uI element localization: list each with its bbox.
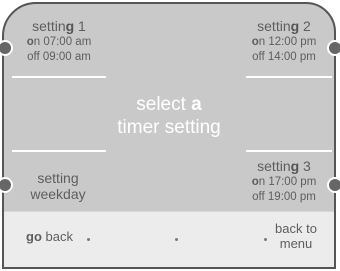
weekday-line-1: setting xyxy=(37,170,79,186)
back-to-menu-line-1: back to xyxy=(275,221,317,236)
setting-2-title: setting 2 xyxy=(257,18,311,34)
go-back-button[interactable]: go back xyxy=(26,229,73,245)
footer-bar: go back back to menu xyxy=(4,211,334,267)
setting-2-button[interactable]: setting 2 on 12:00 pm off 14:00 pm xyxy=(238,18,330,65)
select-timer-prompt: select a timer setting xyxy=(4,94,334,140)
setting-1-on-time: on 07:00 am xyxy=(26,36,92,49)
setting-3-on-time: on 17:00 pm xyxy=(251,176,317,189)
weekday-divider xyxy=(12,150,106,152)
setting-1-button[interactable]: setting 1 on 07:00 am off 09:00 am xyxy=(14,18,104,65)
prompt-line-2: timer setting xyxy=(117,116,221,138)
setting-3-title: setting 3 xyxy=(257,158,311,174)
weekday-line-2: weekday xyxy=(30,186,86,203)
setting-2-on-time: on 12:00 pm xyxy=(251,36,317,49)
setting-2-off-time: off 14:00 pm xyxy=(252,51,316,64)
back-to-menu-button[interactable]: back to menu xyxy=(266,221,326,252)
timer-device: setting 1 on 07:00 am off 09:00 am setti… xyxy=(2,2,336,269)
right-top-knob[interactable] xyxy=(327,40,340,56)
prompt-line-1: select a xyxy=(136,94,202,115)
setting-1-divider xyxy=(12,76,106,78)
setting-2-divider xyxy=(246,76,332,78)
setting-1-off-time: off 09:00 am xyxy=(27,51,91,64)
setting-1-title: setting 1 xyxy=(32,18,86,34)
setting-3-divider xyxy=(246,150,332,152)
setting-3-off-time: off 19:00 pm xyxy=(252,191,316,204)
footer-dot xyxy=(175,238,178,241)
setting-weekday-button[interactable]: setting weekday xyxy=(16,170,100,202)
footer-dot xyxy=(87,238,90,241)
back-to-menu-line-2: menu xyxy=(279,235,313,251)
setting-3-button[interactable]: setting 3 on 17:00 pm off 19:00 pm xyxy=(238,158,330,205)
right-bottom-knob[interactable] xyxy=(327,177,340,193)
